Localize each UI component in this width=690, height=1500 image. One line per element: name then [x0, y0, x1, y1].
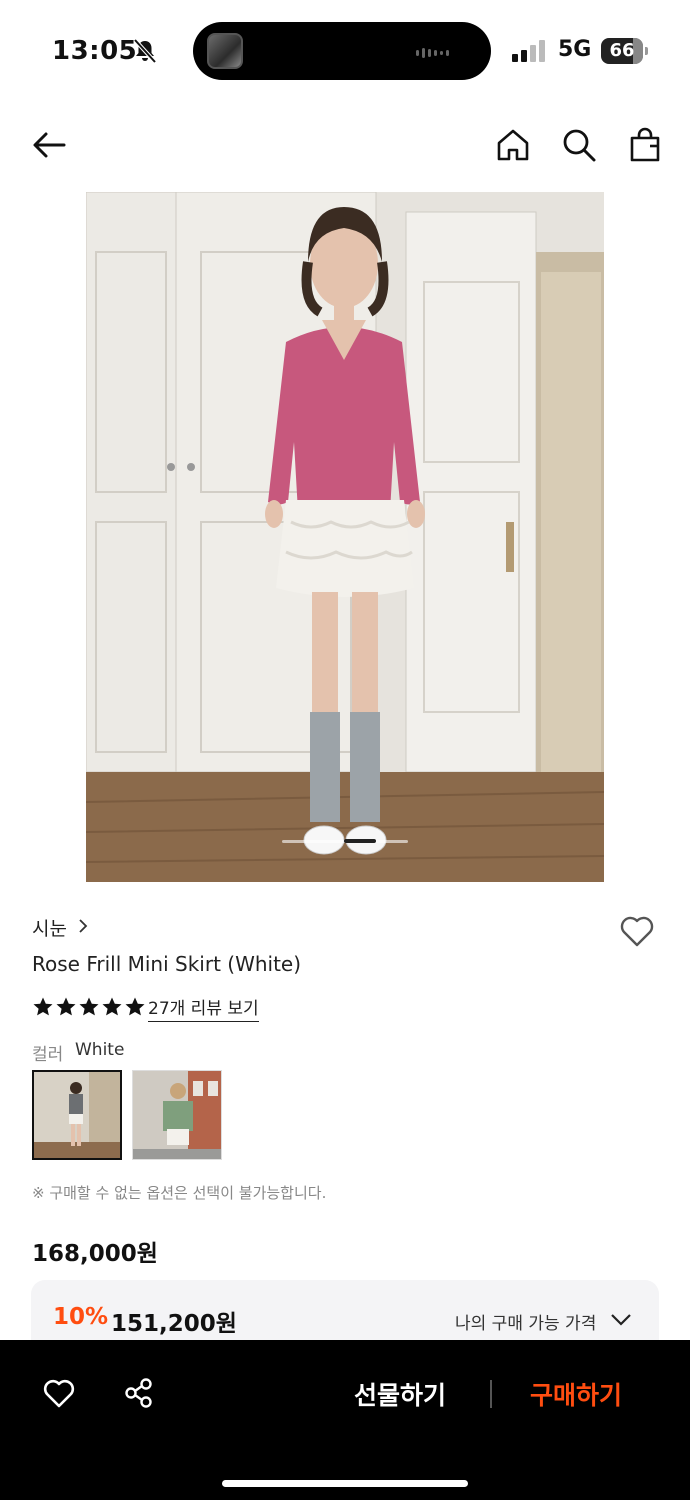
discount-percent: 10%	[53, 1304, 109, 1330]
my-price-label: 나의 구매 가능 가격	[455, 1314, 597, 1334]
signal-icon	[512, 40, 545, 62]
star-icon	[56, 997, 76, 1016]
star-icon	[33, 997, 53, 1016]
buy-button[interactable]: 구매하기	[530, 1376, 622, 1412]
shopping-bag-icon[interactable]	[626, 126, 664, 164]
top-nav	[0, 110, 690, 180]
star-icon	[125, 997, 145, 1016]
status-bar: 13:05 5G 66	[0, 0, 690, 100]
back-arrow-icon[interactable]	[30, 126, 68, 164]
original-price: 168,000원	[32, 1241, 158, 1267]
share-icon[interactable]	[122, 1376, 156, 1410]
chevron-right-icon	[79, 919, 88, 933]
bottom-action-bar: 선물하기 구매하기	[0, 1340, 690, 1500]
review-link[interactable]: 27개 리뷰 보기	[148, 994, 259, 1022]
dynamic-island[interactable]	[193, 22, 491, 80]
brand-link[interactable]: 시눈	[32, 914, 67, 941]
color-swatch-white[interactable]	[32, 1070, 122, 1160]
home-indicator	[222, 1480, 468, 1487]
wishlist-heart-icon[interactable]	[618, 912, 656, 950]
bell-off-icon	[133, 38, 157, 64]
color-label: 컬러	[32, 1045, 64, 1065]
option-notice: ※ 구매할 수 없는 옵션은 선택이 불가능합니다.	[32, 1184, 327, 1202]
search-icon[interactable]	[560, 126, 598, 164]
image-pager-indicator	[344, 839, 376, 843]
bottom-divider	[490, 1380, 492, 1408]
battery-icon: 66	[601, 38, 649, 64]
rating-stars	[32, 996, 146, 1018]
status-time: 13:05	[52, 36, 138, 66]
now-playing-thumbnail	[207, 33, 243, 69]
gift-button[interactable]: 선물하기	[354, 1376, 446, 1412]
sale-price: 151,200원	[111, 1311, 237, 1337]
star-icon	[79, 997, 99, 1016]
battery-level: 66	[601, 38, 643, 64]
audio-wave-icon	[416, 48, 449, 58]
product-image[interactable]	[86, 192, 604, 882]
product-title: Rose Frill Mini Skirt (White)	[32, 952, 302, 976]
product-photo	[86, 192, 604, 882]
network-type: 5G	[558, 37, 592, 62]
home-icon[interactable]	[494, 126, 532, 164]
heart-icon[interactable]	[42, 1376, 76, 1410]
star-icon	[102, 997, 122, 1016]
color-swatch-other[interactable]	[132, 1070, 222, 1160]
chevron-down-icon	[611, 1314, 631, 1326]
color-value: White	[75, 1040, 125, 1060]
